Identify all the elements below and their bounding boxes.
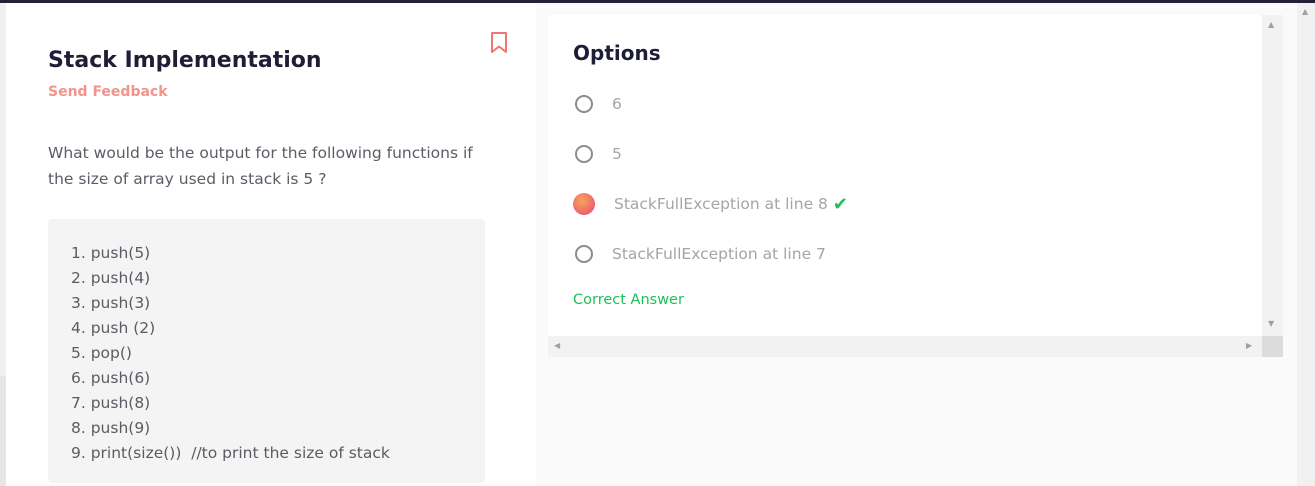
code-block: 1. push(5) 2. push(4) 3. push(3) 4. push… <box>48 219 485 483</box>
card-vertical-scrollbar[interactable]: ▲ ▼ <box>1262 15 1283 336</box>
option-label: 5 <box>612 145 622 163</box>
option-2[interactable]: 5 <box>575 141 1175 167</box>
arrow-up-icon[interactable]: ▲ <box>1302 8 1308 16</box>
option-label: StackFullException at line 8 <box>614 195 828 213</box>
code-line: 8. push(9) <box>71 419 151 437</box>
radio-button[interactable] <box>575 95 593 113</box>
option-label: StackFullException at line 7 <box>612 245 826 263</box>
code-line: 1. push(5) <box>71 244 151 262</box>
bookmark-icon[interactable] <box>490 31 508 55</box>
options-title: Options <box>573 41 661 65</box>
option-4[interactable]: StackFullException at line 7 <box>575 241 1175 267</box>
code-line: 5. pop() <box>71 344 132 362</box>
options-card: Options 6 5 StackFullException at line 8… <box>548 15 1262 336</box>
radio-button[interactable] <box>575 145 593 163</box>
question-panel: Stack Implementation Send Feedback What … <box>6 3 536 486</box>
code-list: 1. push(5) 2. push(4) 3. push(3) 4. push… <box>71 241 390 466</box>
option-1[interactable]: 6 <box>575 91 1175 117</box>
correct-answer-label: Correct Answer <box>573 292 684 308</box>
arrow-right-icon[interactable]: ▶ <box>1246 342 1252 350</box>
code-line: 9. print(size()) //to print the size of … <box>71 444 390 462</box>
scroll-corner <box>1262 336 1283 357</box>
arrow-down-icon[interactable]: ▼ <box>1268 320 1274 328</box>
radio-button-selected[interactable] <box>573 193 595 215</box>
code-line: 7. push(8) <box>71 394 151 412</box>
card-horizontal-scrollbar[interactable]: ◀ ▶ <box>548 336 1262 357</box>
code-line: 3. push(3) <box>71 294 151 312</box>
question-title: Stack Implementation <box>48 48 322 73</box>
radio-button[interactable] <box>575 245 593 263</box>
option-label: 6 <box>612 95 622 113</box>
page-scrollbar[interactable]: ▲ <box>1297 3 1315 486</box>
send-feedback-link[interactable]: Send Feedback <box>48 84 168 100</box>
question-text: What would be the output for the followi… <box>48 144 473 188</box>
code-line: 6. push(6) <box>71 369 151 387</box>
check-icon: ✔ <box>832 193 848 215</box>
code-line: 2. push(4) <box>71 269 151 287</box>
code-line: 4. push (2) <box>71 319 156 337</box>
arrow-up-icon[interactable]: ▲ <box>1268 21 1274 29</box>
arrow-left-icon[interactable]: ◀ <box>554 342 560 350</box>
option-3[interactable]: StackFullException at line 8 ✔ <box>573 191 1175 217</box>
